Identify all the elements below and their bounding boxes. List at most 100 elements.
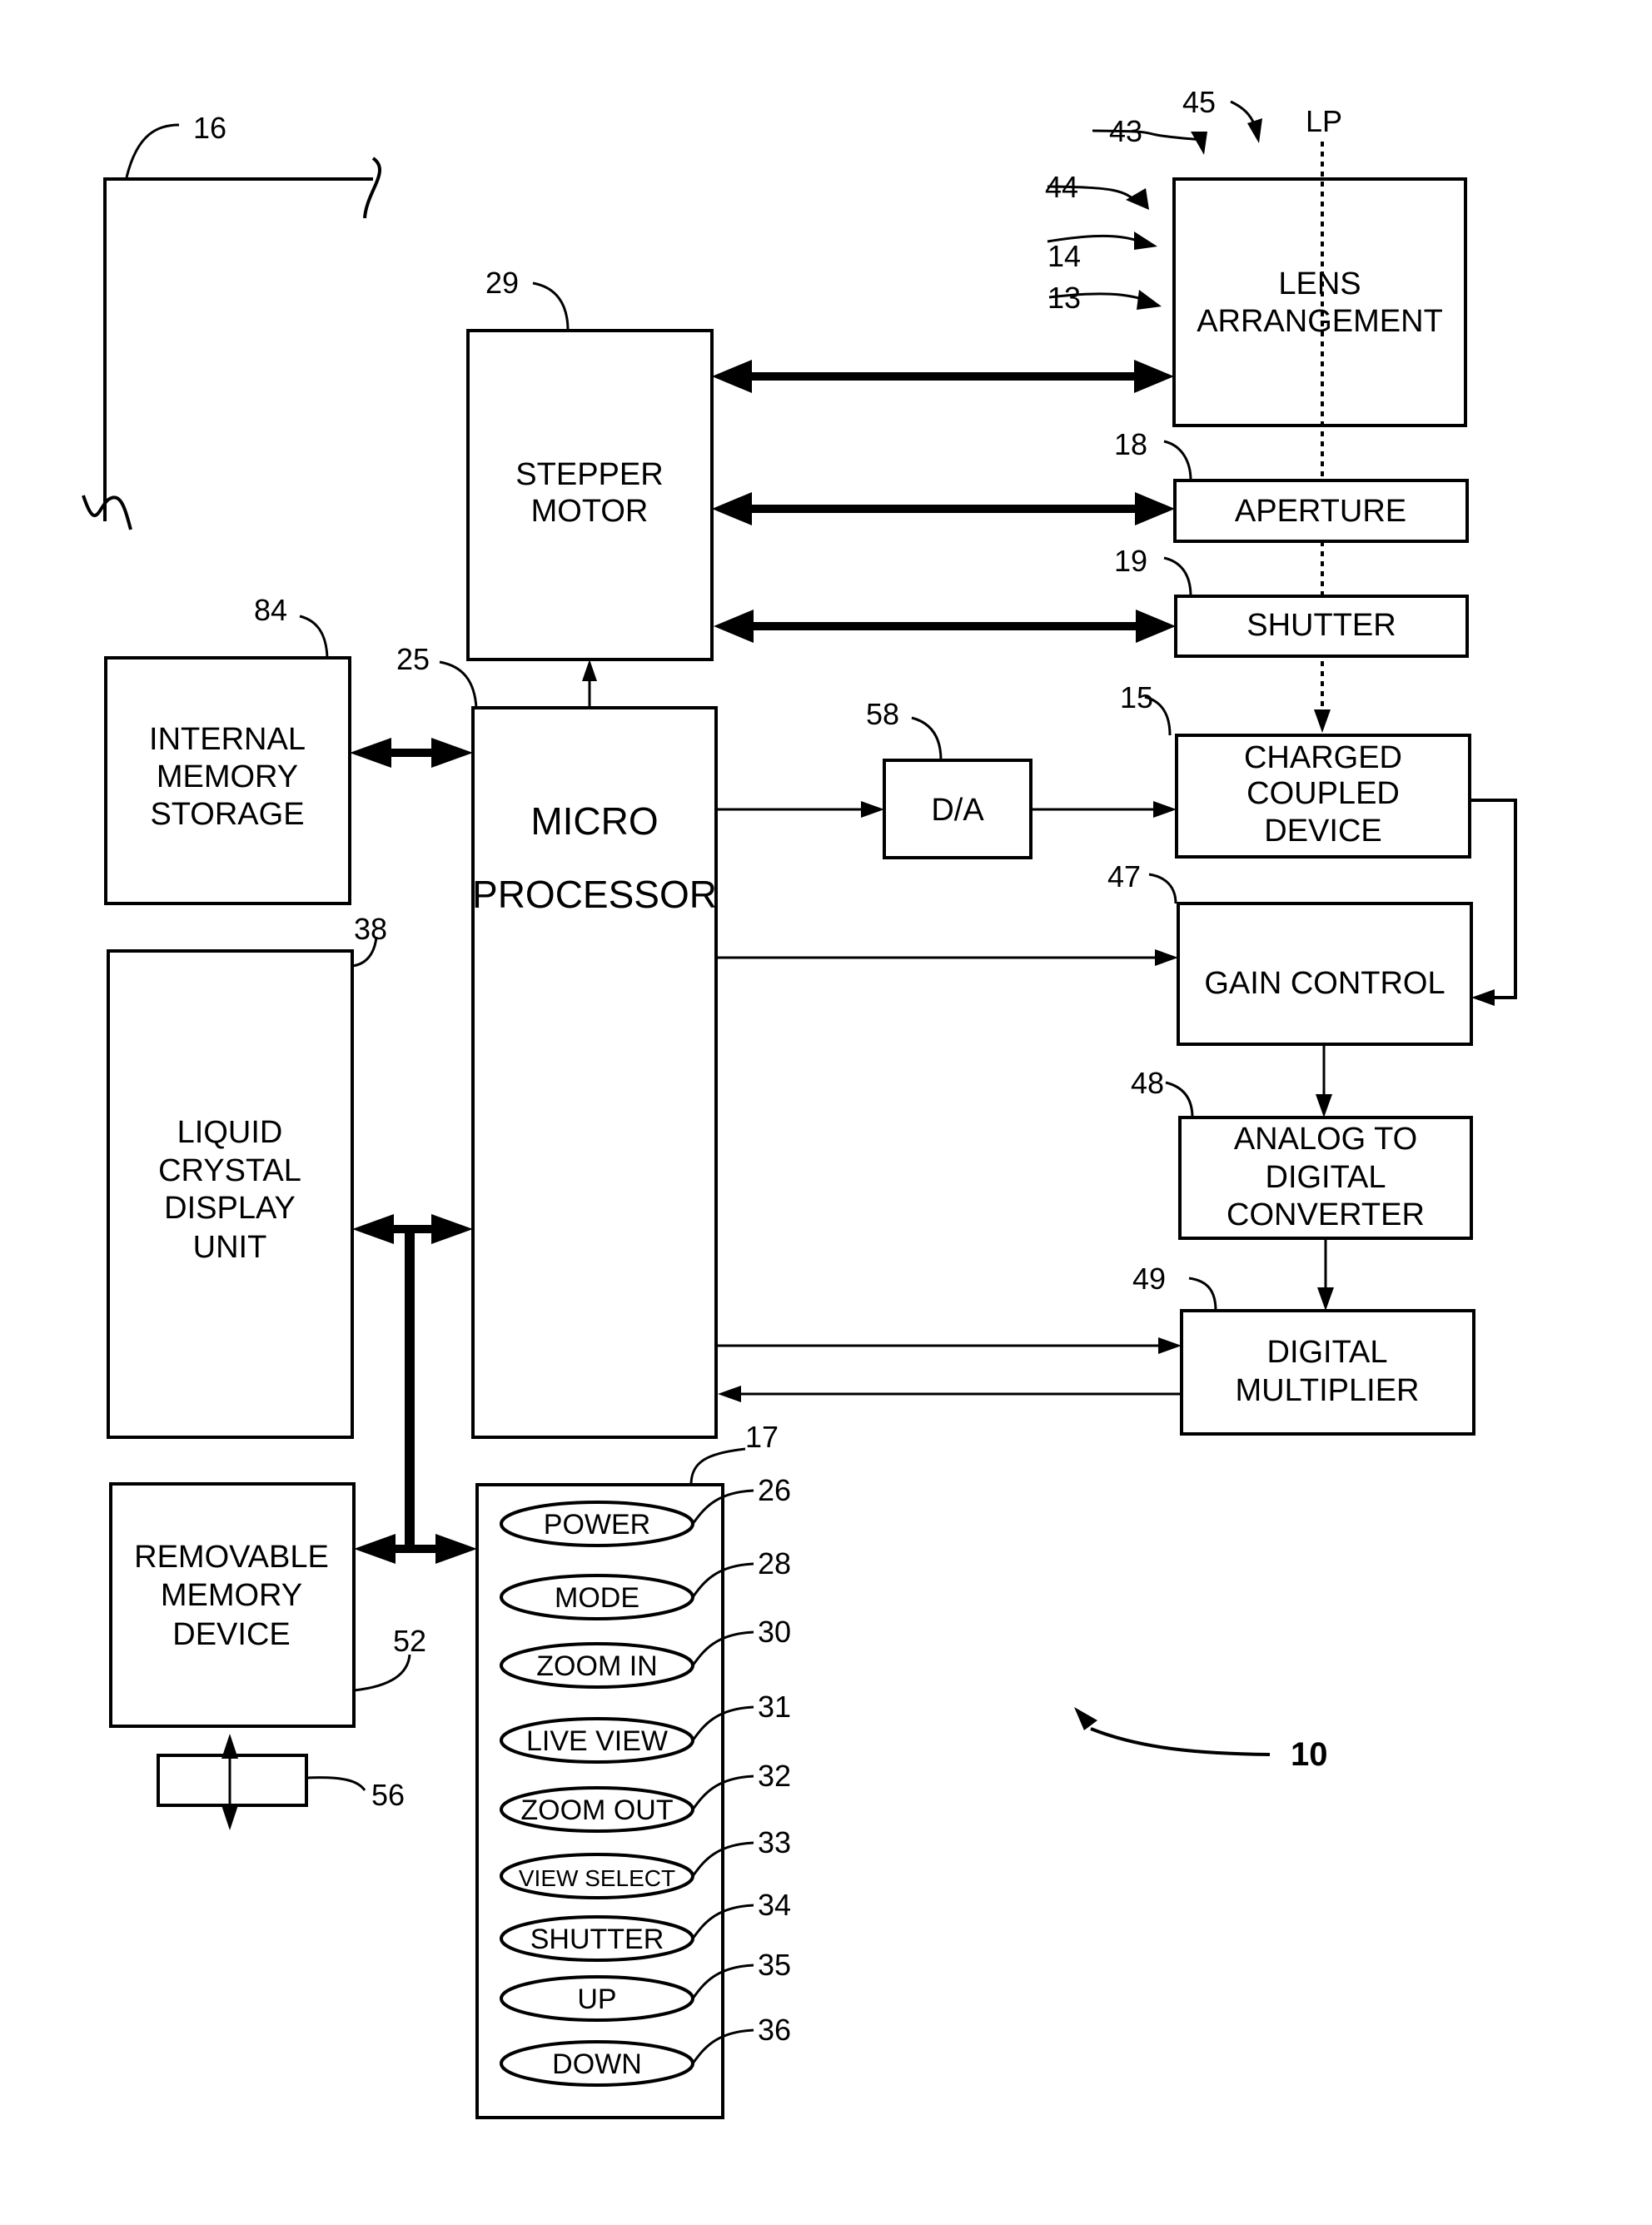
stepper-label-line2: MOTOR <box>531 494 649 529</box>
button-label: ZOOM IN <box>536 1650 657 1682</box>
ccd-label-line1: CHARGED <box>1244 740 1402 775</box>
adc-to-multiplier-connector <box>1317 1238 1334 1311</box>
button-label: UP <box>577 1984 616 2015</box>
ccd-label-line3: DEVICE <box>1264 814 1381 849</box>
digital-multiplier-block: DIGITAL MULTIPLIER 49 <box>1132 1262 1475 1436</box>
internal-memory-block: INTERNAL MEMORY STORAGE 84 <box>104 593 351 905</box>
cpu-to-multiplier-connector <box>716 1337 1182 1354</box>
da-block: D/A 58 <box>866 697 1032 859</box>
adc-block: ANALOG TO DIGITAL CONVERTER 48 <box>1131 1066 1473 1240</box>
multiplier-label-line1: DIGITAL <box>1267 1335 1388 1370</box>
ccd-to-gain-connector <box>1470 799 1517 1006</box>
ref-52: 52 <box>393 1624 426 1658</box>
da-to-ccd-connector <box>1031 801 1177 818</box>
removable-memory-block: REMOVABLE MEMORY DEVICE 52 <box>109 1482 426 1728</box>
removable-memory-line2: MEMORY <box>161 1578 302 1613</box>
ref-33: 33 <box>758 1825 791 1859</box>
lens-arrangement-block: LENS ARRANGEMENT <box>1172 177 1467 427</box>
da-label: D/A <box>931 793 984 828</box>
memory-card: 56 <box>157 1734 405 1830</box>
lcd-block: LIQUID CRYSTAL DISPLAY UNIT 38 <box>107 912 387 1439</box>
shutter-block: SHUTTER 19 <box>1114 544 1469 658</box>
ref-14: 14 <box>1047 239 1081 273</box>
camera-block-diagram: 16 LENS ARRANGEMENT 45 43 44 14 LENS 13 … <box>82 85 1517 2119</box>
multiplier-label-line2: MULTIPLIER <box>1235 1373 1419 1408</box>
optical-path-arrowhead <box>1314 709 1331 733</box>
ref-84: 84 <box>254 593 287 627</box>
ref-15: 15 <box>1120 680 1153 714</box>
optical-path-label: LP <box>1306 104 1342 138</box>
lcd-label-line4: UNIT <box>193 1230 267 1265</box>
removable-memory-line3: DEVICE <box>172 1617 290 1652</box>
cpu-label-line1: MICRO <box>530 799 658 843</box>
ref-18: 18 <box>1114 427 1147 461</box>
stepper-aperture-bus <box>712 492 1175 525</box>
stepper-motor-block: STEPPER MOTOR 29 <box>466 266 714 661</box>
ref-56: 56 <box>371 1778 405 1812</box>
aperture-label: APERTURE <box>1235 494 1406 529</box>
ccd-block: CHARGED COUPLED DEVICE 15 <box>1120 680 1471 859</box>
adc-label-line1: ANALOG TO <box>1234 1122 1417 1157</box>
stepper-label-line1: STEPPER <box>515 457 663 492</box>
shutter-label: SHUTTER <box>1246 608 1396 643</box>
lcd-label-line3: DISPLAY <box>164 1191 296 1226</box>
ref-38: 38 <box>354 912 387 946</box>
shared-data-bus <box>352 1214 477 1564</box>
ccd-label-line2: COUPLED <box>1246 776 1400 811</box>
ref-29: 29 <box>485 266 519 300</box>
ref-36: 36 <box>758 2013 791 2047</box>
button-label: LIVE VIEW <box>526 1725 668 1757</box>
ref-35: 35 <box>758 1948 791 1982</box>
ref-47: 47 <box>1107 859 1141 893</box>
cpu-to-stepper-connector <box>582 660 597 708</box>
lens-label-line1: LENS <box>1278 266 1361 301</box>
figure-number: 10 <box>1291 1736 1328 1773</box>
ref-48: 48 <box>1131 1066 1164 1100</box>
ref-32: 32 <box>758 1759 791 1793</box>
cpu-to-da-connector <box>716 801 884 818</box>
gain-to-adc-connector <box>1316 1044 1332 1117</box>
button-label: VIEW SELECT <box>519 1865 675 1891</box>
ref-31: 31 <box>758 1690 791 1724</box>
memory-cpu-bus <box>350 738 473 768</box>
lens-label-line2: ARRANGEMENT <box>1197 304 1443 339</box>
arrowhead-13 <box>1137 290 1162 310</box>
multiplier-to-cpu-connector <box>718 1386 1182 1402</box>
ref-30: 30 <box>758 1615 791 1649</box>
cpu-label-line2: PROCESSOR <box>472 873 717 916</box>
ref-34: 34 <box>758 1888 791 1922</box>
stepper-shutter-bus <box>714 610 1176 643</box>
ref-45: 45 <box>1182 85 1216 119</box>
internal-memory-line1: INTERNAL <box>149 722 306 757</box>
ref-17: 17 <box>745 1420 779 1454</box>
lcd-label-line2: CRYSTAL <box>158 1153 301 1188</box>
arrowhead-44 <box>1126 188 1149 210</box>
housing-outline: 16 <box>82 111 381 530</box>
internal-memory-line2: MEMORY <box>157 759 298 794</box>
gain-control-block: GAIN CONTROL 47 <box>1107 859 1473 1046</box>
button-label: MODE <box>555 1582 639 1614</box>
gain-control-label: GAIN CONTROL <box>1204 966 1445 1001</box>
cpu-to-gain-connector <box>716 949 1178 966</box>
ref-49: 49 <box>1132 1262 1166 1296</box>
arrowhead-43 <box>1191 132 1207 155</box>
removable-memory-line1: REMOVABLE <box>134 1540 329 1575</box>
arrowhead-45 <box>1247 118 1262 143</box>
figure-reference: 10 <box>1074 1707 1328 1773</box>
ref-26: 26 <box>758 1473 791 1507</box>
button-label: DOWN <box>552 2048 642 2080</box>
ref-58: 58 <box>866 697 899 731</box>
button-label: SHUTTER <box>530 1924 664 1955</box>
aperture-block: APERTURE 18 <box>1114 427 1469 543</box>
adc-label-line3: CONVERTER <box>1227 1197 1425 1232</box>
ref-19: 19 <box>1114 544 1147 578</box>
button-label: POWER <box>544 1509 650 1541</box>
internal-memory-line3: STORAGE <box>150 797 304 832</box>
adc-label-line2: DIGITAL <box>1266 1160 1386 1195</box>
stepper-lens-bus <box>712 360 1174 393</box>
ref-25: 25 <box>396 642 430 676</box>
button-label: ZOOM OUT <box>520 1794 673 1826</box>
ref-28: 28 <box>758 1546 791 1580</box>
lcd-label-line1: LIQUID <box>177 1115 283 1150</box>
ref-16: 16 <box>193 111 226 145</box>
